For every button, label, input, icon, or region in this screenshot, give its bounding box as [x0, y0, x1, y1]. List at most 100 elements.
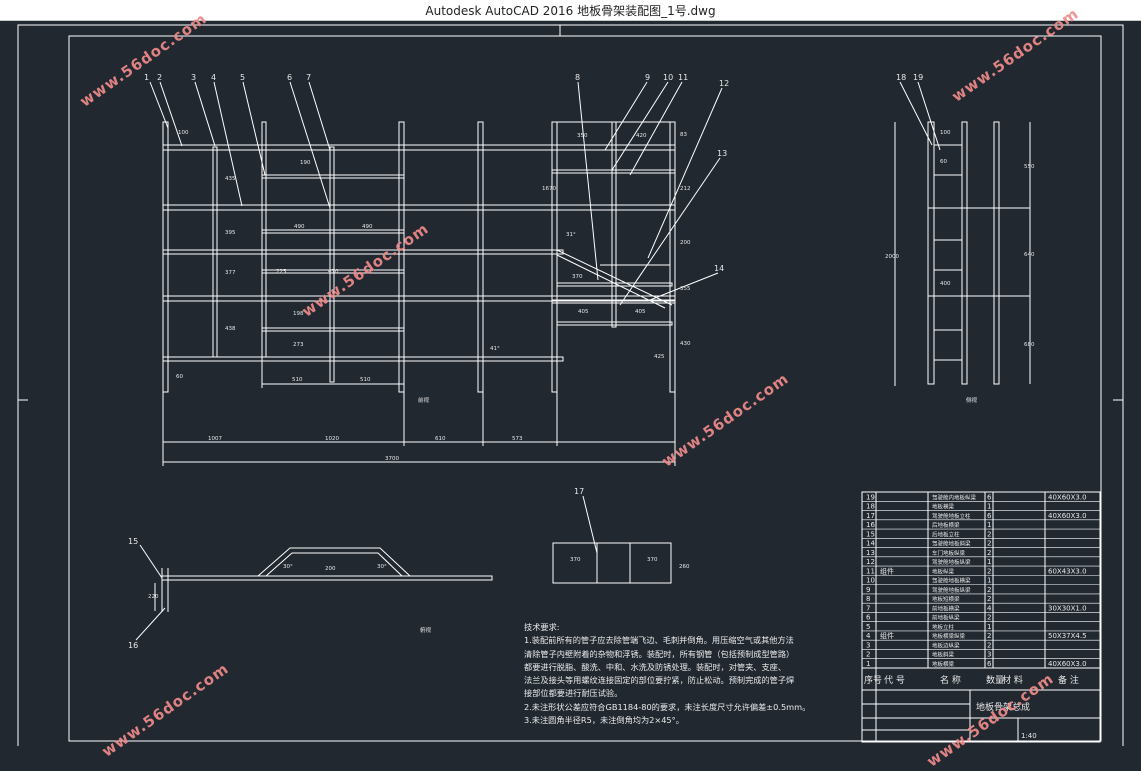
callout-9: 9	[645, 73, 650, 82]
bottom-dim-260: 260	[679, 564, 690, 570]
angle-41: 41°	[490, 346, 500, 352]
parts-cell-name: 驾驶舱地板立柱	[932, 512, 971, 520]
parts-cell-no: 16	[866, 521, 875, 529]
callout-4: 4	[211, 73, 216, 82]
dim-225: 225	[276, 269, 287, 275]
side-dim-100: 100	[940, 130, 951, 136]
side-dim-640: 640	[1024, 252, 1035, 258]
dim-bottom-1: 1007	[208, 436, 222, 442]
drawing-scale: 1:40	[1021, 732, 1037, 740]
parts-cell-no: 8	[866, 595, 870, 603]
callout-17: 17	[574, 487, 584, 496]
tech-heading: 技术要求:	[524, 622, 560, 632]
dim-370: 370	[572, 274, 583, 280]
side-dim-550: 550	[1024, 164, 1035, 170]
dim-190: 190	[300, 160, 311, 166]
parts-cell-name: 地板横梁	[932, 503, 955, 511]
bottom-angle-a: 30°	[283, 564, 293, 570]
callout-1: 1	[144, 73, 149, 82]
angle-31: 31°	[566, 232, 576, 238]
parts-cell-qty: 3	[987, 651, 991, 659]
parts-cell-name: 后地板横梁	[932, 521, 960, 529]
parts-cell-name: 驾驶舱地板纵梁	[932, 586, 971, 594]
parts-cell-no: 2	[866, 651, 870, 659]
dim-510a: 510	[292, 377, 303, 383]
parts-cell-note: 30X30X1.0	[1048, 604, 1087, 612]
dim-top-1: 100	[178, 130, 189, 136]
technical-requirements: 技术要求: 1.装配前所有的管子应去除管端飞边、毛刺并倒角。用压缩空气或其他方法…	[524, 621, 844, 727]
dim-438: 438	[225, 326, 236, 332]
tech-line: 3.未注圆角半径R5，未注倒角均为2×45°。	[524, 715, 684, 726]
parts-cell-code: 组件	[880, 566, 894, 575]
parts-cell-no: 4	[866, 632, 871, 640]
parts-cell-qty: 2	[987, 567, 991, 575]
parts-cell-no: 13	[866, 549, 875, 557]
parts-cell-no: 14	[866, 540, 875, 548]
drawing-canvas[interactable]: 1 2 3 4 5 6 7 8 9 10 11 12 13 14 18 19 1…	[0, 4, 1141, 771]
parts-cell-name: 地板边纵梁	[932, 641, 960, 649]
parts-cell-qty: 2	[987, 586, 991, 594]
dim-bottom-4: 573	[512, 436, 523, 442]
parts-cell-no: 11	[866, 567, 875, 575]
parts-cell-no: 15	[866, 530, 875, 538]
dim-83: 83	[680, 132, 687, 138]
tech-line: 2.未注形状公差应符合GB1184-80的要求，未注长度尺寸允许偏差±0.5mm…	[524, 701, 811, 712]
dim-425: 425	[654, 354, 665, 360]
callout-13: 13	[717, 149, 727, 158]
callout-2: 2	[157, 73, 162, 82]
side-view-label: 侧视	[966, 396, 978, 404]
parts-cell-code: 组件	[880, 631, 894, 640]
bottom-dim-370a: 370	[570, 557, 581, 563]
parts-cell-qty: 2	[987, 595, 991, 603]
callout-11: 11	[678, 73, 688, 82]
tech-line: 清除管子内壁附着的杂物和浮锈。装配时，所有钢管（包括预制成型管路）	[524, 648, 795, 659]
parts-header-mat: 材 料	[1002, 674, 1023, 686]
callout-10: 10	[663, 73, 673, 82]
callout-5: 5	[240, 73, 245, 82]
parts-header-code: 代 号	[884, 675, 905, 686]
parts-cell-name: 地板斜梁	[932, 651, 955, 659]
dim-200: 200	[680, 240, 691, 246]
dim-435: 435	[225, 176, 236, 182]
parts-cell-qty: 2	[987, 614, 991, 622]
parts-cell-qty: 6	[987, 512, 992, 520]
side-dim-400: 400	[940, 281, 951, 287]
dim-405b: 405	[635, 309, 646, 315]
side-dim-60: 60	[940, 159, 947, 165]
parts-header-name: 名 称	[940, 674, 961, 686]
dim-405a: 405	[578, 309, 589, 315]
parts-cell-note: 50X37X4.5	[1048, 632, 1087, 640]
front-view-label: 前视	[418, 396, 430, 404]
parts-cell-name: 驾驶舱内地板纵梁	[932, 493, 977, 501]
callout-7: 7	[306, 73, 311, 82]
parts-header-note: 备 注	[1058, 674, 1079, 686]
parts-cell-qty: 6	[987, 493, 992, 501]
parts-cell-name: 驾驶舱地板斜梁	[932, 540, 971, 548]
parts-cell-name: 地板横梁纵梁	[932, 632, 966, 640]
parts-cell-name: 车门地板纵梁	[932, 549, 966, 557]
parts-cell-qty: 1	[987, 521, 991, 529]
parts-cell-no: 17	[866, 512, 875, 520]
tech-line: 法兰及接头等用螺纹连接固定的部位要拧紧，防止松动。预制完成的管子焊	[524, 675, 795, 686]
dim-bottom-2: 1020	[325, 436, 339, 442]
callout-3: 3	[191, 73, 196, 82]
dim-510b: 510	[360, 377, 371, 383]
dim-430: 430	[680, 341, 691, 347]
parts-cell-no: 19	[866, 493, 875, 501]
parts-cell-no: 18	[866, 503, 875, 511]
callout-8: 8	[575, 73, 580, 82]
callout-6: 6	[287, 73, 292, 82]
parts-cell-name: 前地板横梁	[932, 604, 960, 612]
parts-cell-no: 12	[866, 558, 875, 566]
parts-header-no: 序号	[864, 674, 882, 686]
dim-490a: 490	[294, 224, 305, 230]
callout-15: 15	[128, 537, 138, 546]
callout-16: 16	[128, 641, 138, 650]
tech-line: 都要进行脱脂、酸洗、中和、水洗及防锈处理。装配时，对管夹、支座、	[524, 661, 787, 672]
parts-cell-qty: 2	[987, 632, 991, 640]
callout-12: 12	[719, 79, 729, 88]
dim-bottom-3: 610	[435, 436, 446, 442]
dim-212: 212	[680, 186, 691, 192]
parts-cell-qty: 2	[987, 530, 991, 538]
parts-cell-note: 40X60X3.0	[1048, 493, 1087, 501]
